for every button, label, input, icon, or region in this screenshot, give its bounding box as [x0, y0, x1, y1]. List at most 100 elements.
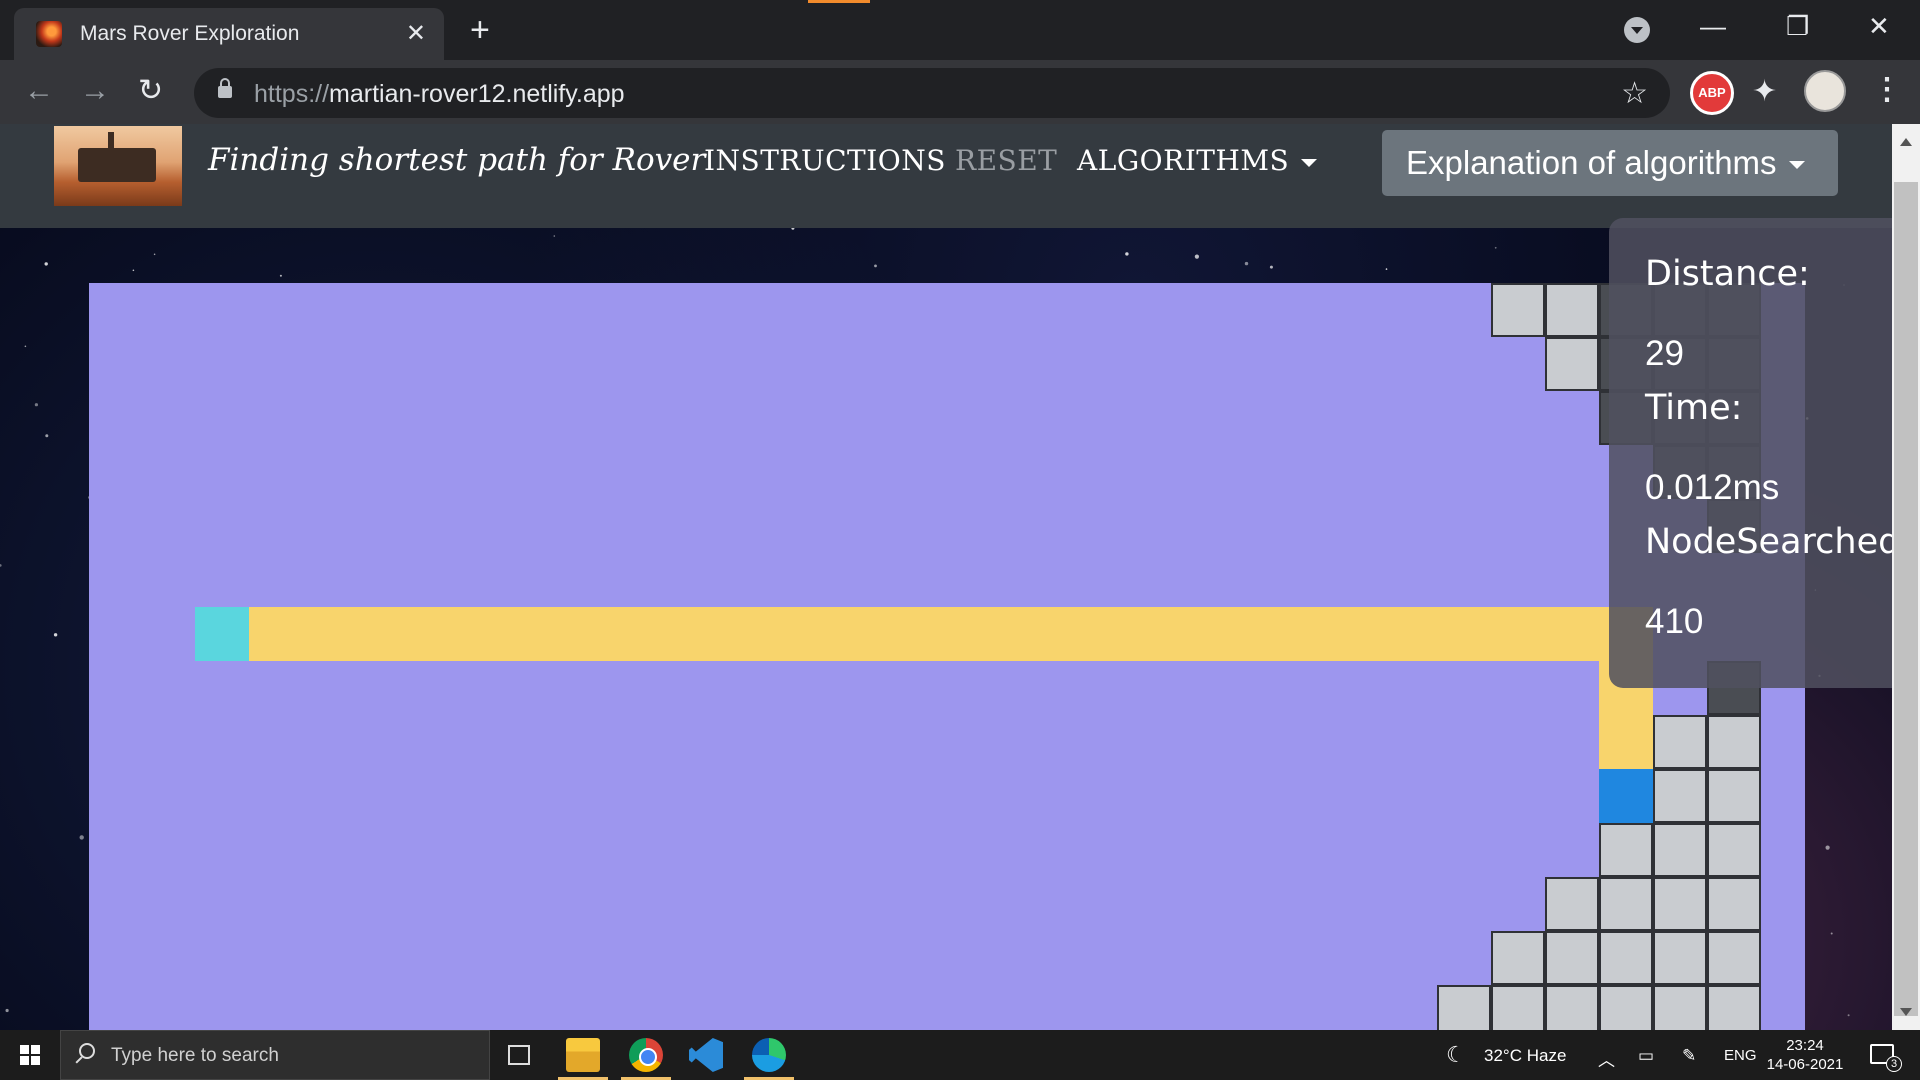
star-dot — [1825, 845, 1830, 850]
visited-cell[interactable] — [1707, 931, 1761, 985]
brand-title[interactable]: Finding shortest path for Rover — [208, 142, 705, 178]
star-dot — [24, 345, 27, 348]
notification-center-icon[interactable]: 3 — [1870, 1044, 1902, 1072]
visited-cell[interactable] — [1491, 931, 1545, 985]
star-dot — [1385, 268, 1388, 270]
adblock-plus-icon[interactable]: ABP — [1690, 71, 1734, 115]
algorithms-dropdown[interactable]: ALGORITHMS — [1077, 144, 1318, 177]
star-dot — [1830, 932, 1833, 935]
rover-grid[interactable] — [89, 283, 1805, 1030]
page-scrollbar[interactable] — [1892, 124, 1920, 1030]
visited-cell[interactable] — [1599, 931, 1653, 985]
new-tab-button[interactable]: + — [470, 12, 490, 48]
visited-cell[interactable] — [1599, 823, 1653, 877]
restore-button[interactable]: ❐ — [1786, 8, 1809, 44]
address-bar[interactable]: https://martian-rover12.netlify.app ☆ — [194, 68, 1670, 118]
target-node[interactable] — [1599, 769, 1653, 823]
taskbar-search[interactable]: Type here to search — [60, 1030, 490, 1080]
app-navbar: Finding shortest path for Rover INSTRUCT… — [0, 124, 1892, 228]
tab-strip: Mars Rover Exploration ✕ + — ❐ ✕ — [0, 0, 1920, 60]
back-button[interactable]: ← — [24, 74, 54, 108]
visited-cell[interactable] — [1437, 985, 1491, 1030]
task-view-icon[interactable] — [508, 1045, 530, 1065]
visited-cell[interactable] — [1653, 823, 1707, 877]
path-cell[interactable] — [1599, 715, 1653, 769]
visited-cell[interactable] — [1545, 985, 1599, 1030]
extensions-icon[interactable]: ✦ — [1752, 74, 1777, 109]
visited-cell[interactable] — [1491, 283, 1545, 337]
instructions-link[interactable]: INSTRUCTIONS — [704, 144, 946, 177]
chevron-down-icon — [1788, 161, 1805, 170]
tab-close-button[interactable]: ✕ — [406, 20, 426, 48]
time-label: Time: — [1645, 388, 1743, 428]
distance-value: 29 — [1645, 334, 1684, 373]
browser-menu-icon[interactable]: ⋮ — [1872, 74, 1902, 106]
browser-toolbar: ← → ↻ https://martian-rover12.netlify.ap… — [0, 60, 1920, 124]
visited-cell[interactable] — [1653, 877, 1707, 931]
star-dot — [553, 235, 556, 237]
mars-rover-logo[interactable] — [54, 126, 182, 206]
visited-cell[interactable] — [1599, 985, 1653, 1030]
visited-cell[interactable] — [1653, 715, 1707, 769]
forward-button[interactable]: → — [80, 74, 110, 108]
weather-text[interactable]: 32°C Haze — [1484, 1046, 1566, 1066]
chevron-down-icon — [1301, 158, 1318, 167]
favicon-icon — [36, 21, 62, 47]
profile-avatar[interactable] — [1804, 70, 1846, 112]
weather-moon-icon[interactable]: ☾ — [1446, 1042, 1466, 1068]
window-close-button[interactable]: ✕ — [1868, 8, 1890, 44]
language-indicator[interactable]: ENG — [1724, 1047, 1757, 1064]
visited-cell[interactable] — [1545, 931, 1599, 985]
loading-indicator — [808, 0, 870, 3]
battery-icon[interactable]: ▭ — [1638, 1046, 1654, 1066]
start-node[interactable] — [195, 607, 249, 661]
file-explorer-icon[interactable] — [558, 1038, 608, 1080]
visited-cell[interactable] — [1707, 877, 1761, 931]
vscode-icon[interactable] — [689, 1038, 723, 1072]
scroll-up-icon[interactable] — [1900, 138, 1912, 146]
star-dot — [1269, 265, 1273, 269]
chevron-up-icon[interactable]: ︿ — [1598, 1046, 1615, 1071]
reload-button[interactable]: ↻ — [138, 74, 163, 108]
pen-icon[interactable]: ✎ — [1682, 1046, 1696, 1066]
notification-count: 3 — [1886, 1056, 1902, 1072]
star-dot — [79, 835, 84, 840]
explanation-dropdown-button[interactable]: Explanation of algorithms — [1382, 130, 1838, 196]
search-icon — [79, 1043, 95, 1059]
visited-cell[interactable] — [1707, 985, 1761, 1030]
minimize-button[interactable]: — — [1700, 8, 1726, 44]
scroll-thumb[interactable] — [1894, 182, 1918, 1016]
visited-cell[interactable] — [1545, 337, 1599, 391]
edge-icon[interactable] — [744, 1038, 794, 1080]
visited-cell[interactable] — [1707, 769, 1761, 823]
reset-link[interactable]: RESET — [955, 144, 1057, 177]
star-dot — [1244, 261, 1249, 266]
star-dot — [874, 264, 877, 268]
start-button[interactable] — [20, 1045, 40, 1065]
lock-icon — [218, 78, 232, 98]
clock-date: 14-06-2021 — [1766, 1056, 1844, 1073]
search-placeholder: Type here to search — [111, 1045, 279, 1066]
bookmark-star-icon[interactable]: ☆ — [1621, 76, 1648, 111]
visited-cell[interactable] — [1653, 769, 1707, 823]
visited-cell[interactable] — [1491, 985, 1545, 1030]
visited-cell[interactable] — [1653, 931, 1707, 985]
tab-title: Mars Rover Exploration — [80, 22, 300, 45]
visited-cell[interactable] — [1599, 877, 1653, 931]
nodes-searched-label: NodeSearched — [1645, 522, 1892, 562]
visited-cell[interactable] — [1653, 985, 1707, 1030]
browser-tab[interactable]: Mars Rover Exploration ✕ — [14, 8, 444, 60]
scroll-down-icon[interactable] — [1900, 1008, 1912, 1016]
visited-cell[interactable] — [1707, 715, 1761, 769]
visited-cell[interactable] — [1545, 877, 1599, 931]
visited-cell[interactable] — [1545, 283, 1599, 337]
url-text[interactable]: https://martian-rover12.netlify.app — [254, 80, 625, 109]
path-segment[interactable] — [249, 607, 1599, 661]
visited-cell[interactable] — [1707, 823, 1761, 877]
star-dot — [53, 633, 58, 637]
tab-search-button[interactable] — [1624, 17, 1650, 43]
chrome-icon[interactable] — [621, 1038, 671, 1080]
system-clock[interactable]: 23:24 14-06-2021 — [1760, 1036, 1850, 1074]
star-dot — [279, 274, 282, 277]
star-dot — [153, 253, 156, 256]
